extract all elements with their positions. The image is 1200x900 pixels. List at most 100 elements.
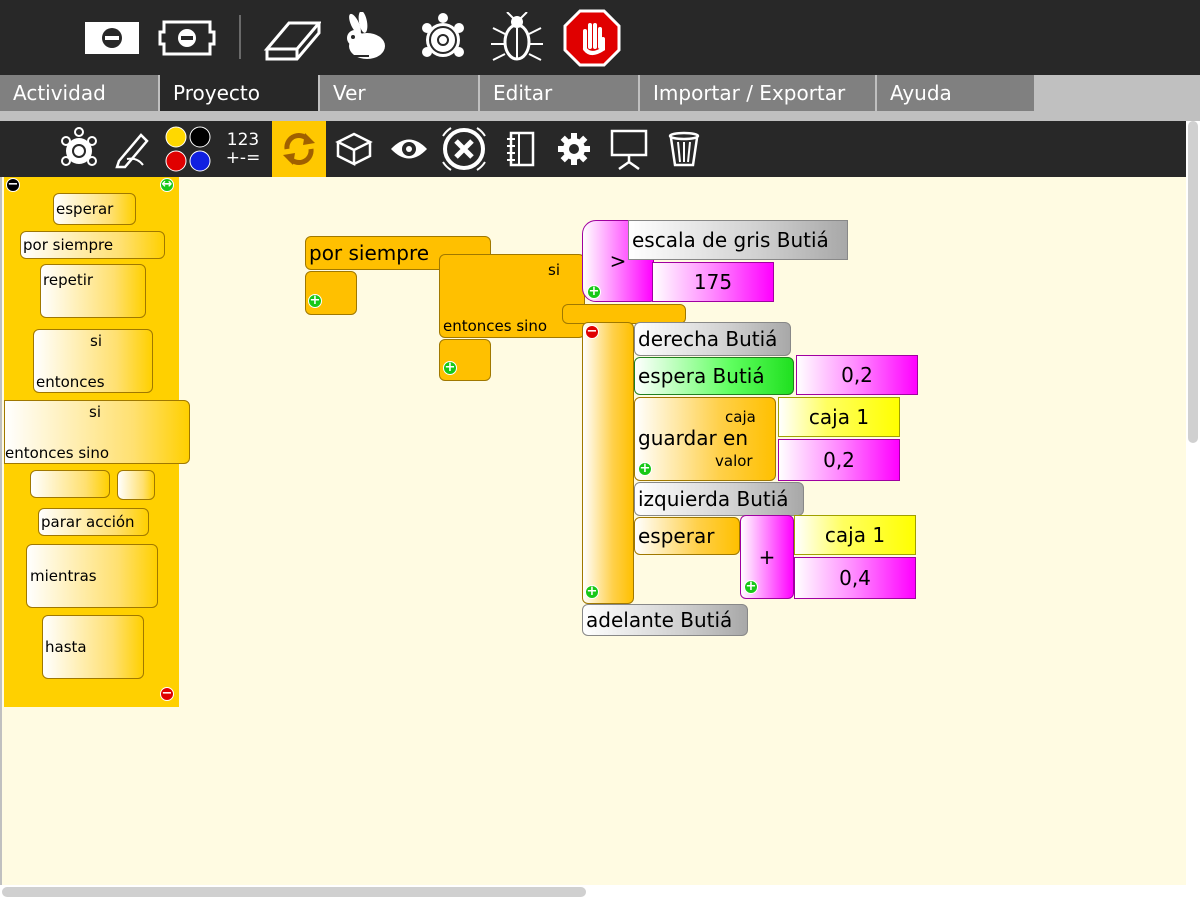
palette-block-socket-a[interactable] <box>30 470 110 498</box>
debug-button[interactable] <box>487 8 547 68</box>
palette-block-si-entonces-sino[interactable]: si entonces sino <box>4 400 190 464</box>
vertical-scrollbar-thumb[interactable] <box>1188 121 1198 443</box>
tab-editar[interactable]: Editar <box>480 75 640 111</box>
palette-block-socket-b[interactable] <box>117 470 155 500</box>
palette-block-por-siempre[interactable]: por siempre <box>20 231 165 259</box>
close-circle-icon <box>442 127 486 171</box>
eye-icon <box>391 139 427 159</box>
colors-palette-button[interactable] <box>160 121 214 177</box>
right-butia-block[interactable]: derecha Butiá <box>634 322 791 356</box>
store-expand-icon[interactable]: + <box>638 462 652 476</box>
sensors-palette-button[interactable] <box>382 121 436 177</box>
store-value[interactable]: 0,2 <box>778 439 900 481</box>
wait-butia-block[interactable]: espera Butiá <box>634 357 794 395</box>
gear-icon <box>558 133 590 165</box>
palette-block-hasta[interactable]: hasta <box>42 615 144 679</box>
store-box-label: caja <box>725 408 756 426</box>
rabbit-icon <box>347 12 385 59</box>
plus-expand-icon[interactable]: + <box>744 580 758 594</box>
then-else-label: entonces sino <box>443 317 548 335</box>
else-expand-icon[interactable]: + <box>443 361 457 375</box>
activity-share-icon <box>158 20 216 56</box>
settings-palette-button[interactable] <box>547 121 601 177</box>
palette-block-repetir[interactable]: repetir <box>40 264 146 318</box>
notebook-icon <box>507 131 535 167</box>
if-label: si <box>548 261 560 279</box>
palette-collapse-icon[interactable]: − <box>6 178 20 192</box>
palette-block-entonces-sino-label: entonces sino <box>5 444 110 462</box>
palette-block-esperar[interactable]: esperar <box>53 193 136 225</box>
forward-butia-block[interactable]: adelante Butiá <box>582 604 748 636</box>
store-value-label: valor <box>715 452 753 470</box>
numbers-label-bottom: +-= <box>225 148 261 168</box>
media-palette-button[interactable] <box>493 121 547 177</box>
store-in-block[interactable]: guardar en caja valor <box>634 397 776 481</box>
pen-icon <box>115 133 149 169</box>
compare-expand-icon[interactable]: + <box>587 285 601 299</box>
tab-ver[interactable]: Ver <box>320 75 480 111</box>
blocks-palette-button[interactable] <box>327 121 381 177</box>
horizontal-scrollbar[interactable] <box>0 885 1200 900</box>
gray-sensor-block[interactable]: escala de gris Butiá <box>628 220 848 260</box>
tab-importar-exportar[interactable]: Importar / Exportar <box>640 75 877 111</box>
palette-block-si-label: si <box>90 332 102 350</box>
run-fast-button[interactable] <box>337 8 397 68</box>
stop-hand-icon <box>563 9 621 67</box>
palette-block-si-entonces[interactable]: si entonces <box>33 329 153 393</box>
numbers-label-top: 123 <box>226 130 260 150</box>
palette-block-entonces-label: entonces <box>36 373 105 391</box>
then-column <box>582 322 634 604</box>
activity-minus-button[interactable] <box>82 8 142 68</box>
bug-icon <box>491 12 543 61</box>
toolbar-separator <box>239 15 241 59</box>
turtle-icon <box>61 127 97 166</box>
tab-actividad[interactable]: Actividad <box>0 75 160 111</box>
palette-block-si-label-2: si <box>89 403 101 421</box>
left-butia-block[interactable]: izquierda Butiá <box>634 482 804 516</box>
palette-rotate-icon[interactable]: ↔ <box>160 178 174 192</box>
box-icon <box>335 132 373 167</box>
presentation-palette-button[interactable] <box>602 121 656 177</box>
activity-share-button[interactable] <box>157 8 217 68</box>
tab-ayuda[interactable]: Ayuda <box>877 75 1036 111</box>
tab-bar: Actividad Proyecto Ver Editar Importar /… <box>0 75 1200 111</box>
eraser-button[interactable] <box>262 8 322 68</box>
if-then-else-arm <box>562 304 686 324</box>
presentation-icon <box>610 129 648 170</box>
wait-block[interactable]: esperar <box>634 517 740 555</box>
flow-palette: − ↔ esperar por siempre repetir si enton… <box>4 177 190 707</box>
flow-cycle-icon <box>283 133 315 165</box>
if-then-else-block[interactable]: si entonces sino <box>439 254 585 338</box>
colors-icon <box>165 126 211 172</box>
flow-palette-button[interactable] <box>272 121 326 177</box>
trash-icon <box>668 131 700 167</box>
add-value[interactable]: 0,4 <box>794 557 916 599</box>
block-canvas[interactable]: − ↔ esperar por siempre repetir si enton… <box>0 177 1186 887</box>
turtle-palette-button[interactable] <box>52 121 106 177</box>
store-box-name[interactable]: caja 1 <box>778 397 900 437</box>
run-slow-button[interactable] <box>413 8 473 68</box>
then-expand-icon[interactable]: + <box>585 585 599 599</box>
activity-minus-icon <box>85 22 139 54</box>
horizontal-scrollbar-thumb[interactable] <box>2 887 586 897</box>
numbers-palette-button[interactable]: 123 +-= <box>216 121 270 177</box>
forever-expand-icon[interactable]: + <box>308 294 322 308</box>
eraser-icon <box>263 21 321 61</box>
add-box-name[interactable]: caja 1 <box>794 515 916 555</box>
stop-button[interactable] <box>562 8 622 68</box>
palette-block-mientras[interactable]: mientras <box>26 544 158 608</box>
vertical-scrollbar[interactable] <box>1186 121 1200 887</box>
trash-palette-button[interactable] <box>657 121 711 177</box>
main-toolbar <box>0 0 1200 75</box>
palette-toolbar: 123 +-= <box>0 121 1186 177</box>
turtle-icon <box>422 13 464 57</box>
pen-palette-button[interactable] <box>106 121 160 177</box>
store-in-label: guardar en <box>638 426 749 450</box>
palette-block-parar-accion[interactable]: parar acción <box>38 508 149 536</box>
wait-butia-value[interactable]: 0,2 <box>796 355 918 395</box>
palette-close-icon[interactable]: − <box>160 687 174 701</box>
threshold-number[interactable]: 175 <box>652 262 774 302</box>
then-collapse-icon[interactable]: − <box>585 325 599 339</box>
tab-proyecto[interactable]: Proyecto <box>160 75 320 111</box>
extras-palette-button[interactable] <box>437 121 491 177</box>
